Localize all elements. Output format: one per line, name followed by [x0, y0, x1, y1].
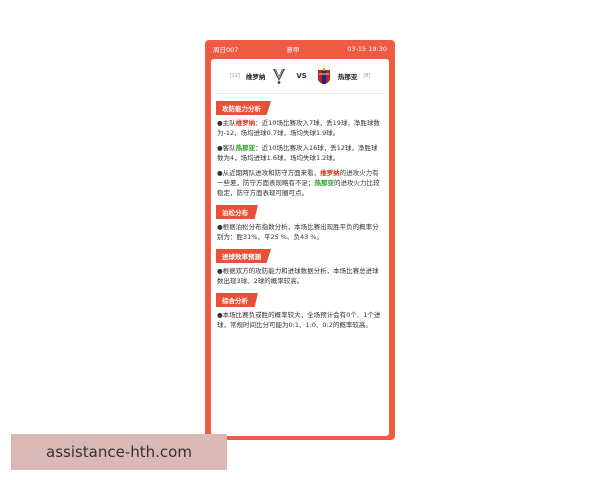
para-text: ●从近期两队进攻和防守方面来看，: [217, 169, 321, 177]
away-team-highlight: 热那亚: [314, 179, 335, 187]
section-title-goals: 进球效率预测: [216, 249, 271, 263]
away-team-name[interactable]: 热那亚: [338, 71, 358, 81]
home-attack-paragraph: ●主队维罗纳：近10场比赛攻入7球，丢19球，净胜球数为-12，场均进球0.7球…: [211, 118, 389, 138]
match-analysis-card: 周日007 意甲 03-15 19:30 [12] 维罗纳 VS 热那亚 [8]…: [205, 40, 395, 440]
verona-crest-icon: [273, 68, 286, 84]
away-rank: [8]: [363, 73, 371, 79]
comparison-paragraph: ●从近期两队进攻和防守方面来看，维罗纳的进攻火力有一些差，防守方面表现略有不足；…: [211, 168, 389, 198]
away-team-highlight: 热那亚: [235, 144, 256, 152]
league-name: 意甲: [286, 46, 300, 54]
summary-paragraph: ●本场比赛负或胜的概率较大，全场预计会有0个、1个进球，常规时间比分可能为0:1…: [217, 311, 381, 329]
home-team-highlight: 维罗纳: [235, 119, 256, 127]
genoa-crest-icon: [317, 68, 330, 84]
para-text: ●客队: [217, 144, 236, 152]
section-title-attack: 攻防能力分析: [216, 101, 271, 115]
home-rank: [12]: [229, 73, 240, 79]
watermark-label: assistance-hth.com: [11, 434, 227, 470]
home-team-name[interactable]: 维罗纳: [246, 71, 266, 81]
home-team-highlight: 维罗纳: [320, 169, 340, 177]
section-title-poisson: 泊松分布: [216, 205, 258, 219]
para-text: ●主队: [217, 119, 236, 127]
poisson-paragraph: ●根据泊松分布指数分析，本场比赛出现胜平负的概率分别为：胜31%、平25 %、负…: [217, 223, 379, 241]
vs-label: VS: [296, 72, 307, 80]
match-datetime: 03-15 19:30: [347, 45, 387, 53]
away-attack-paragraph: ●客队热那亚：近10场比赛攻入16球，丢12球，净胜球数为4，场均进球1.6球，…: [211, 143, 389, 163]
teams-row: [12] 维罗纳 VS 热那亚 [8]: [215, 59, 385, 94]
analysis-content: [12] 维罗纳 VS 热那亚 [8] 攻防能力分析 ●主队维罗纳：近10场比赛…: [211, 59, 389, 436]
match-header-bar: 周日007 意甲 03-15 19:30: [205, 40, 395, 58]
section-title-summary: 综合分析: [216, 293, 258, 307]
match-id: 周日007: [213, 46, 239, 54]
goals-paragraph: ●根据双方的攻防能力和进球数据分析，本场比赛总进球数出现3球、2球的概率较高。: [217, 267, 379, 285]
